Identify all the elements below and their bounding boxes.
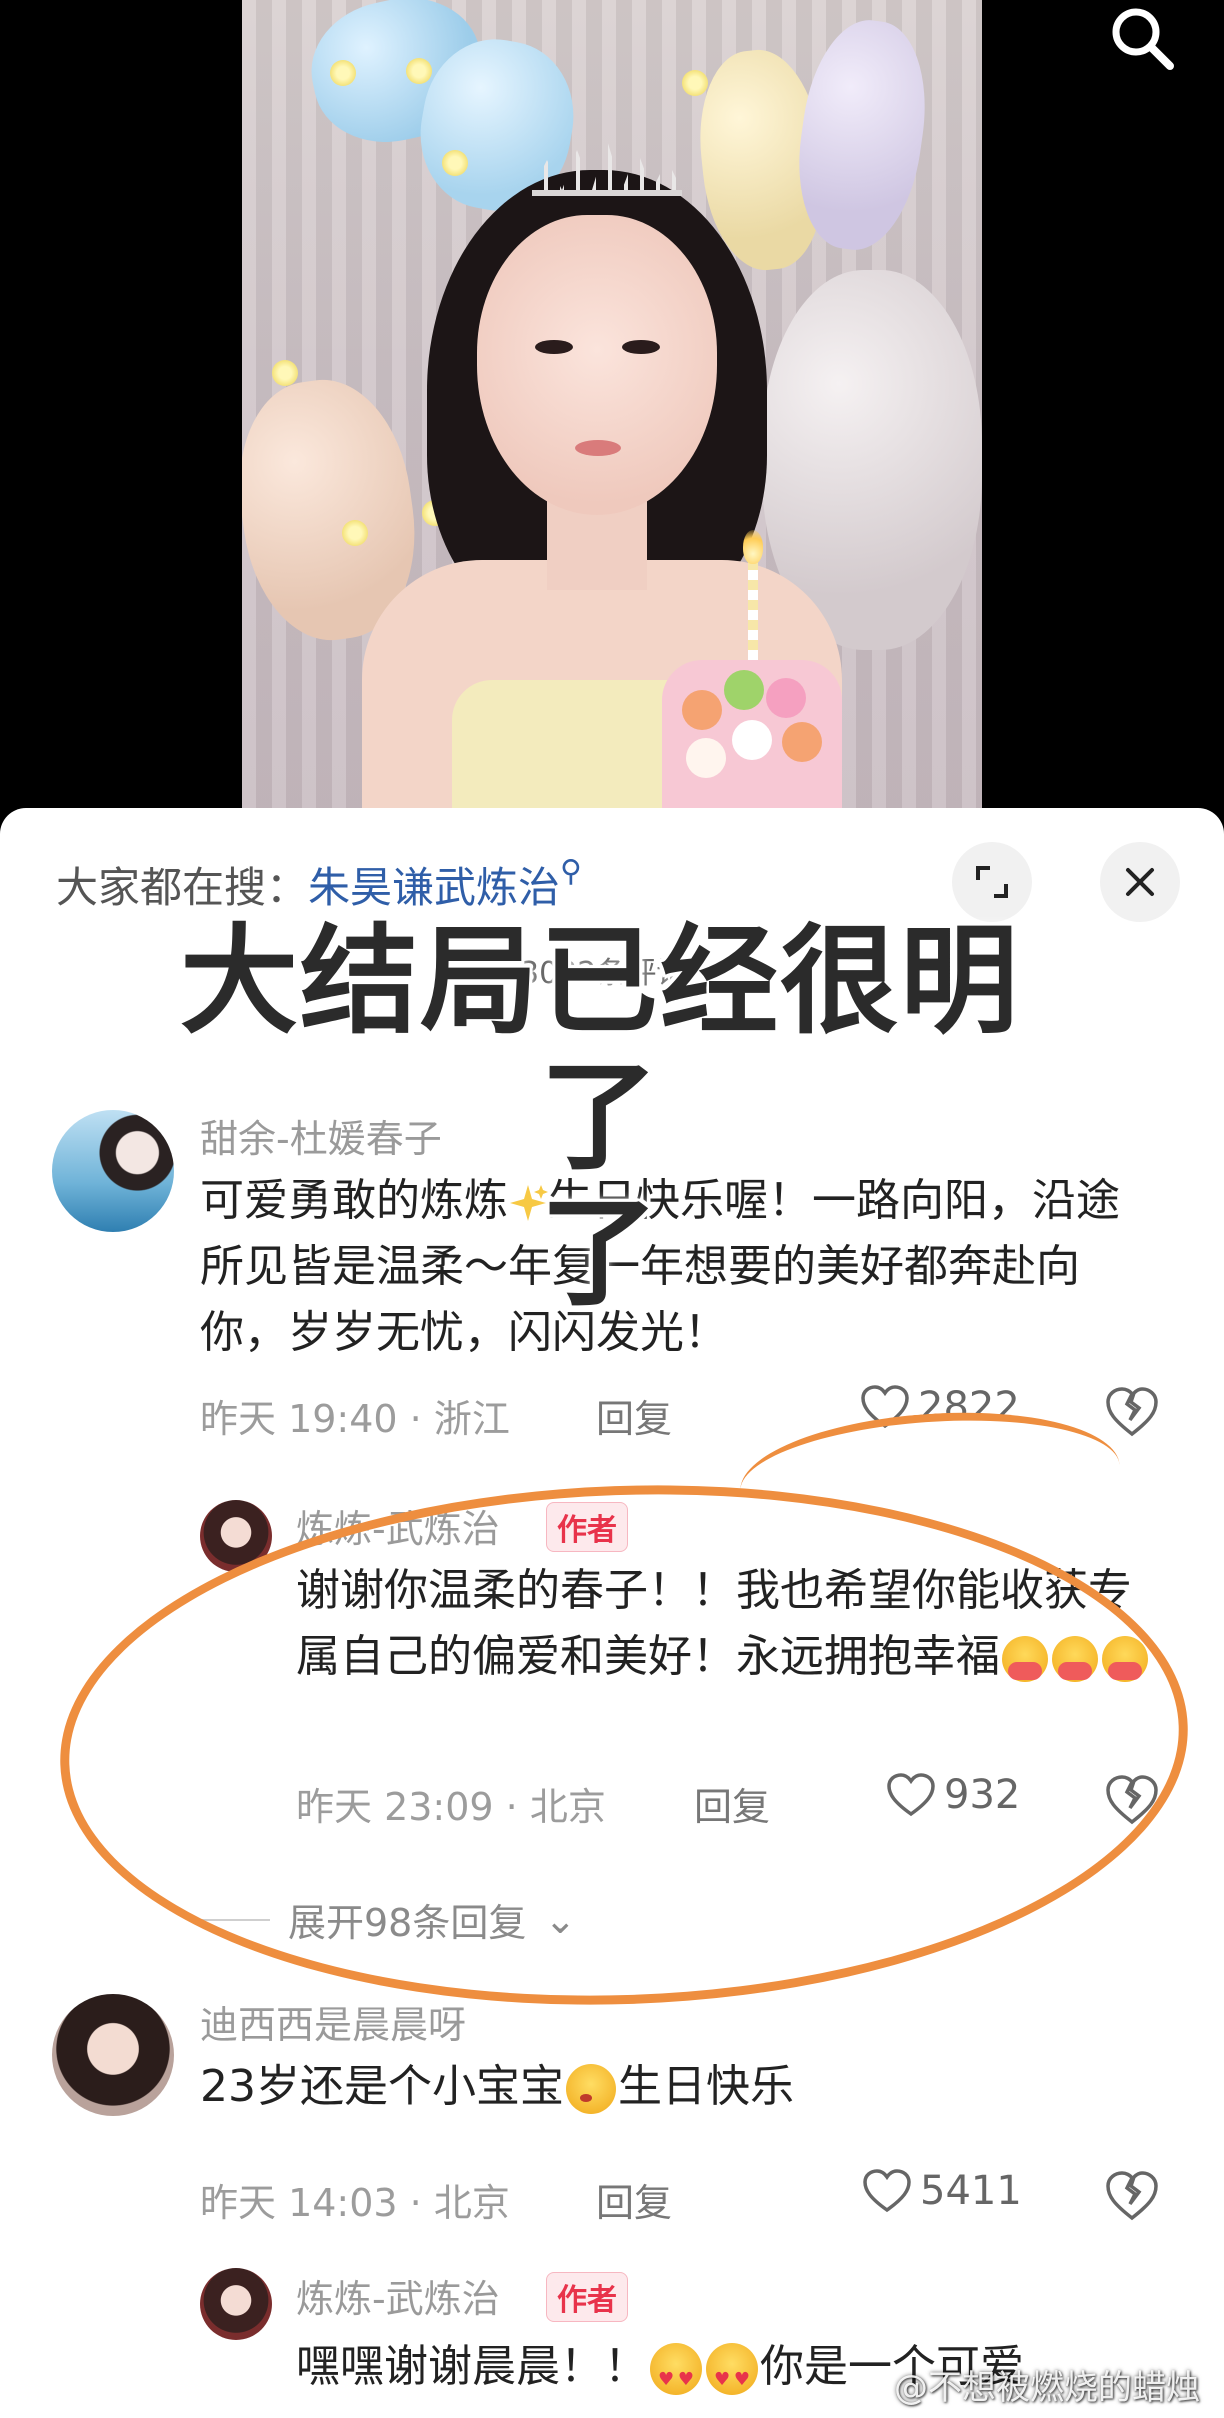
avatar[interactable] bbox=[52, 1994, 174, 2116]
eye bbox=[535, 340, 573, 354]
light-bulb bbox=[442, 150, 468, 176]
comment-username[interactable]: 炼炼-武炼治 bbox=[296, 2268, 500, 2323]
hugging-face-icon bbox=[1002, 1636, 1048, 1682]
like-button[interactable]: 932 bbox=[886, 1772, 1020, 1818]
author-badge: 作者 bbox=[546, 1502, 628, 1552]
comment-text: 谢谢你温柔的春子！！我也希望你能收获专属自己的偏爱和美好！永远拥抱幸福 bbox=[296, 1558, 1166, 1690]
screen: 大家都在搜：朱昊谦武炼治⚲ 3032条评论 甜余-杜媛春子 可爱勇敢的炼炼 生日快… bbox=[0, 0, 1224, 2418]
author-badge: 作者 bbox=[546, 2272, 628, 2322]
like-count: 932 bbox=[944, 1772, 1021, 1818]
comment-sheet: 大家都在搜：朱昊谦武炼治⚲ 3032条评论 甜余-杜媛春子 可爱勇敢的炼炼 生日快… bbox=[0, 808, 1224, 2418]
expand-icon bbox=[976, 866, 1008, 898]
comment-location: 北京 bbox=[529, 1785, 606, 1829]
avatar[interactable] bbox=[200, 1500, 272, 1572]
broken-heart-icon[interactable] bbox=[1104, 1772, 1160, 1828]
candle-flame bbox=[743, 530, 763, 564]
search-suggestion[interactable]: 大家都在搜：朱昊谦武炼治⚲ bbox=[56, 854, 582, 915]
comment-username[interactable]: 迪西西是晨晨呀 bbox=[200, 1994, 466, 2049]
comment-text-part: 23岁还是个小宝宝 bbox=[200, 2061, 564, 2112]
meta-separator: · bbox=[397, 2181, 434, 2225]
comment-text: 23岁还是个小宝宝 生日快乐 bbox=[200, 2054, 1160, 2120]
cake-ball bbox=[782, 722, 822, 762]
comment-username[interactable]: 炼炼-武炼治 bbox=[296, 1498, 500, 1553]
overlay-caption: 大结局已经很明了 了 bbox=[150, 913, 1050, 1321]
overlay-caption-line: 了 bbox=[539, 1184, 660, 1322]
comment-meta: 昨天 23:09 · 北京 bbox=[296, 1776, 606, 1831]
cake-ball bbox=[686, 738, 726, 778]
light-bulb bbox=[682, 70, 708, 96]
comment-text-part: 嘿嘿谢谢晨晨！！ bbox=[296, 2341, 648, 2392]
light-bulb bbox=[342, 520, 368, 546]
expand-replies-label: 展开98条回复 bbox=[288, 1901, 527, 1945]
smiling-face-with-hearts-icon bbox=[650, 2343, 702, 2400]
light-bulb bbox=[272, 360, 298, 386]
overlay-caption-line: 大结局已经很明了 bbox=[179, 912, 1020, 1186]
meta-separator: · bbox=[493, 1785, 530, 1829]
comment-text-part: 生日快乐 bbox=[618, 2061, 794, 2112]
expand-button[interactable] bbox=[952, 842, 1032, 922]
comment-meta: 昨天 19:40 · 浙江 bbox=[200, 1388, 510, 1443]
video-player[interactable] bbox=[0, 0, 1224, 820]
reply-button[interactable]: 回复 bbox=[694, 1776, 770, 1831]
like-count: 5411 bbox=[920, 2168, 1022, 2214]
search-icon: ⚲ bbox=[560, 854, 583, 889]
heart-icon bbox=[887, 1773, 935, 1817]
close-button[interactable] bbox=[1100, 842, 1180, 922]
divider bbox=[200, 1918, 270, 1921]
candle bbox=[748, 560, 758, 660]
chevron-down-icon: ⌄ bbox=[544, 1897, 577, 1942]
eye bbox=[622, 340, 660, 354]
cake-ball bbox=[766, 678, 806, 718]
broken-heart-icon[interactable] bbox=[1104, 1384, 1160, 1440]
comment-location: 浙江 bbox=[433, 1397, 510, 1441]
meta-separator: · bbox=[397, 1397, 434, 1441]
mouth bbox=[575, 440, 621, 456]
comment-meta: 昨天 14:03 · 北京 bbox=[200, 2172, 510, 2227]
cake-ball bbox=[682, 690, 722, 730]
hugging-face-icon bbox=[1102, 1636, 1148, 1682]
search-suggestion-term[interactable]: 朱昊谦武炼治 bbox=[308, 863, 560, 912]
like-button[interactable]: 2822 bbox=[860, 1384, 1020, 1430]
like-button[interactable]: 5411 bbox=[862, 2168, 1022, 2214]
birthday-cake bbox=[662, 660, 842, 820]
heart-icon bbox=[863, 2169, 911, 2213]
search-icon[interactable] bbox=[1104, 2, 1180, 78]
comment-time: 昨天 14:03 bbox=[200, 2181, 398, 2225]
kissing-face-icon bbox=[566, 2064, 616, 2114]
broken-heart-icon[interactable] bbox=[1104, 2168, 1160, 2224]
hugging-face-icon bbox=[1052, 1636, 1098, 1682]
comment-location: 北京 bbox=[433, 2181, 510, 2225]
like-count: 2822 bbox=[918, 1384, 1020, 1430]
reply-button[interactable]: 回复 bbox=[596, 1388, 672, 1443]
cake-ball bbox=[724, 670, 764, 710]
comment-time: 昨天 19:40 bbox=[200, 1397, 398, 1441]
light-bulb bbox=[330, 60, 356, 86]
search-suggestion-label: 大家都在搜： bbox=[56, 863, 309, 912]
light-bulb bbox=[406, 58, 432, 84]
crown bbox=[532, 130, 682, 196]
reply-button[interactable]: 回复 bbox=[596, 2172, 672, 2227]
heart-icon bbox=[861, 1385, 909, 1429]
video-frame[interactable] bbox=[242, 0, 982, 820]
expand-replies-button[interactable]: 展开98条回复 ⌄ bbox=[200, 1892, 576, 1947]
close-icon bbox=[1126, 868, 1154, 896]
watermark: @不想被燃烧的蜡烛 bbox=[894, 2368, 1200, 2408]
comment-time: 昨天 23:09 bbox=[296, 1785, 494, 1829]
person-face bbox=[477, 215, 717, 515]
cake-ball bbox=[732, 720, 772, 760]
avatar[interactable] bbox=[200, 2268, 272, 2340]
smiling-face-with-hearts-icon bbox=[706, 2343, 758, 2400]
